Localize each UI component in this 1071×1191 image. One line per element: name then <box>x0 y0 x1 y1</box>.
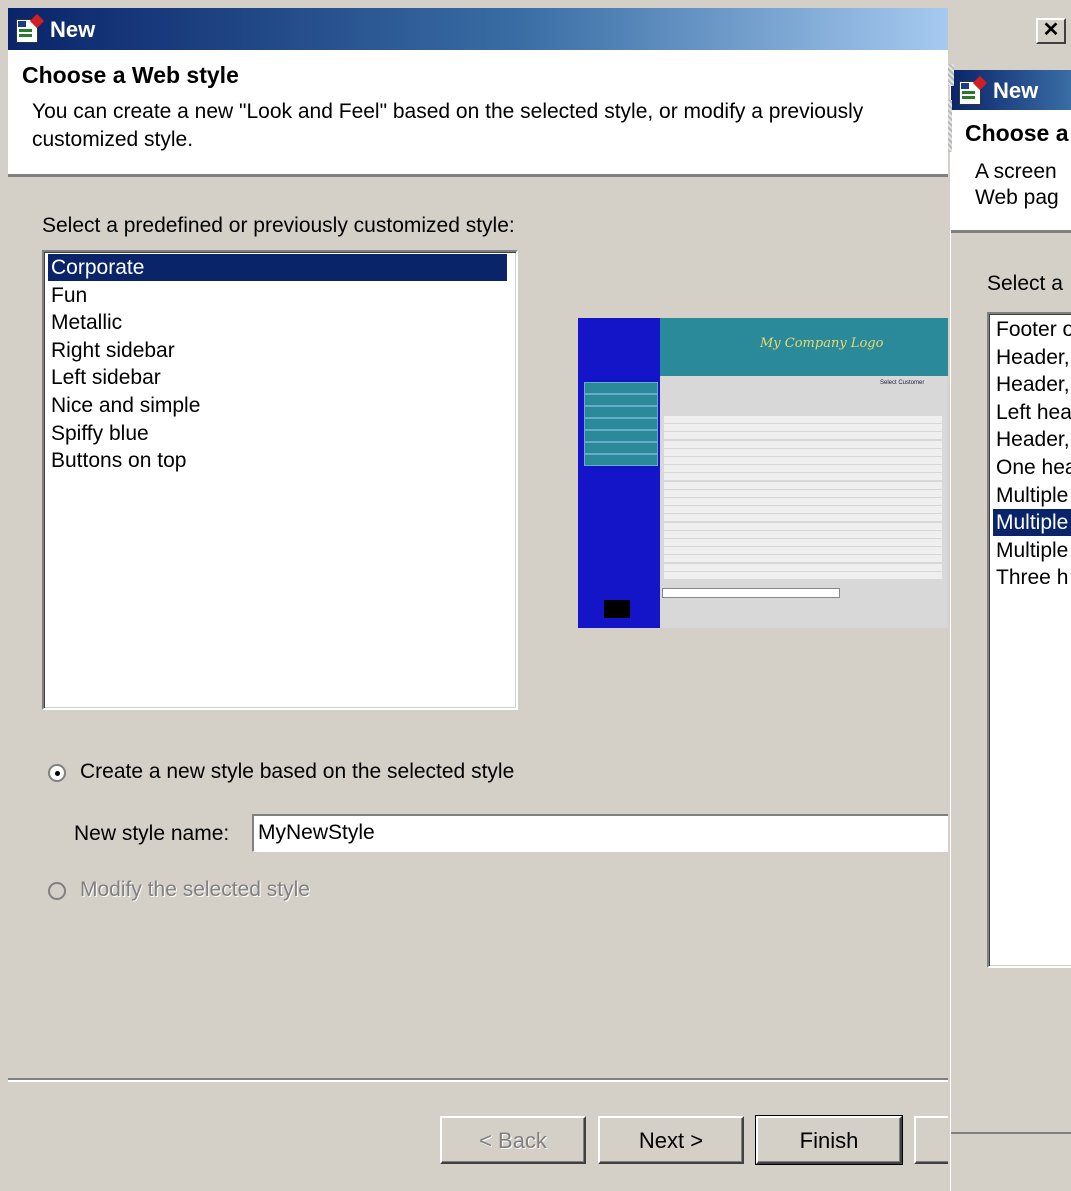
preview-table-row <box>664 424 942 432</box>
preview-nav-block <box>584 430 658 442</box>
layout-list-item[interactable]: Footer o <box>993 316 1071 343</box>
layout-list-item[interactable]: Header, <box>993 344 1071 371</box>
preview-table-row <box>664 571 942 579</box>
preview-dropdown <box>662 588 840 598</box>
modify-style-label: Modify the selected style <box>80 878 310 901</box>
preview-table-row <box>664 489 942 497</box>
back-button[interactable]: < Back <box>440 1116 586 1164</box>
preview-table-row <box>664 563 942 571</box>
cancel-button[interactable] <box>914 1116 948 1164</box>
style-list-item[interactable]: Left sidebar <box>48 364 507 391</box>
back-heading: Choose a <box>965 120 1069 146</box>
close-icon: ✕ <box>1042 19 1060 41</box>
app-icon <box>16 13 45 43</box>
layout-list-item[interactable]: Multiple <box>993 482 1071 509</box>
preview-body: Select Customer <box>660 376 948 628</box>
preview-table-row <box>664 465 942 473</box>
preview-table-row <box>664 457 942 464</box>
back-dialog-window: New Choose a A screen Web pag Select a F… <box>950 70 1071 1191</box>
preview-header: My Company Logo <box>660 318 948 376</box>
title-text: New <box>50 17 96 42</box>
preview-table-row <box>664 498 942 505</box>
back-title-text: New <box>993 78 1039 103</box>
back-desc-line2: Web pag <box>975 186 1059 209</box>
back-separator <box>951 230 1071 233</box>
style-listbox[interactable]: Corporate Fun Metallic Right sidebar Left si… <box>42 250 518 710</box>
footer-separator-highlight <box>8 1080 948 1082</box>
modify-style-radio[interactable] <box>48 882 66 900</box>
create-style-label: Create a new style based on the selected… <box>80 760 515 783</box>
preview-table-row <box>664 440 942 448</box>
preview-nav-block <box>584 406 658 418</box>
back-header: Choose a A screen Web pag <box>951 110 1071 230</box>
back-desc-line1: A screen <box>975 160 1057 183</box>
back-listbox[interactable]: Footer o Header, Header, Left hea Header, One… <box>987 312 1071 968</box>
back-list-label: Select a <box>987 272 1063 295</box>
layout-list-item[interactable]: Multiple <box>993 537 1071 564</box>
page-title: Choose a Web style <box>22 62 239 88</box>
layout-list-item[interactable]: Three h <box>993 564 1071 591</box>
back-button-label: < Back <box>479 1128 547 1153</box>
wizard-header: Choose a Web style You can create a new … <box>8 50 948 176</box>
preview-logo-text: My Company Logo <box>760 336 884 351</box>
new-style-name-label: New style name: <box>74 822 230 845</box>
style-list-item[interactable]: Right sidebar <box>48 337 507 364</box>
preview-table-row <box>664 555 942 563</box>
preview-table-row <box>664 514 942 522</box>
preview-nav-block <box>584 382 658 394</box>
preview-table-row <box>664 539 942 546</box>
preview-table-row <box>664 473 942 481</box>
preview-sidebar <box>578 318 660 628</box>
preview-table-row <box>664 506 942 514</box>
header-separator <box>8 174 948 177</box>
preview-table-row <box>664 432 942 440</box>
preview-nav-block <box>584 454 658 466</box>
layout-list-item[interactable]: Left hea <box>993 399 1071 426</box>
style-list-item[interactable]: Spiffy blue <box>48 420 507 447</box>
next-button[interactable]: Next > <box>598 1116 744 1164</box>
layout-list-item[interactable]: One hea <box>993 454 1071 481</box>
create-style-radio[interactable] <box>48 764 66 782</box>
preview-table-row <box>664 416 942 423</box>
new-style-name-input[interactable]: MyNewStyle <box>252 814 948 852</box>
preview-nav-block <box>584 394 658 406</box>
layout-list-item[interactable]: Header, <box>993 371 1071 398</box>
next-button-label: Next > <box>638 1128 704 1153</box>
preview-table-row <box>664 481 942 489</box>
style-preview-image: My Company Logo Select Customer <box>578 318 948 628</box>
style-list-item[interactable]: Buttons on top <box>48 447 507 474</box>
style-list-item[interactable]: Corporate <box>48 254 507 281</box>
back-title-bar[interactable]: New <box>951 70 1071 110</box>
preview-table-row <box>664 522 942 530</box>
finish-button[interactable]: Finish <box>755 1115 903 1165</box>
style-list-item[interactable]: Nice and simple <box>48 392 507 419</box>
title-bar[interactable]: New <box>8 8 948 50</box>
page-description: You can create a new "Look and Feel" bas… <box>32 100 864 151</box>
style-list-item[interactable]: Metallic <box>48 309 507 336</box>
layout-list-item[interactable]: Header, <box>993 426 1071 453</box>
style-list-item[interactable]: Fun <box>48 282 507 309</box>
preview-table-row <box>664 448 942 456</box>
preview-table-row <box>664 547 942 555</box>
app-icon <box>959 75 988 105</box>
layout-list-item[interactable]: Multiple <box>993 509 1071 537</box>
finish-button-label: Finish <box>799 1128 859 1153</box>
preview-badge <box>604 600 630 618</box>
preview-table-row <box>664 530 942 538</box>
back-bottom-separator <box>951 1132 1071 1134</box>
style-list-label: Select a predefined or previously custom… <box>42 214 515 237</box>
preview-nav-block <box>584 442 658 454</box>
close-button[interactable]: ✕ <box>1036 18 1066 44</box>
preview-select-label: Select Customer <box>880 380 925 386</box>
new-dialog-window: New Choose a Web style You can create a … <box>8 8 948 1191</box>
preview-nav-block <box>584 418 658 430</box>
